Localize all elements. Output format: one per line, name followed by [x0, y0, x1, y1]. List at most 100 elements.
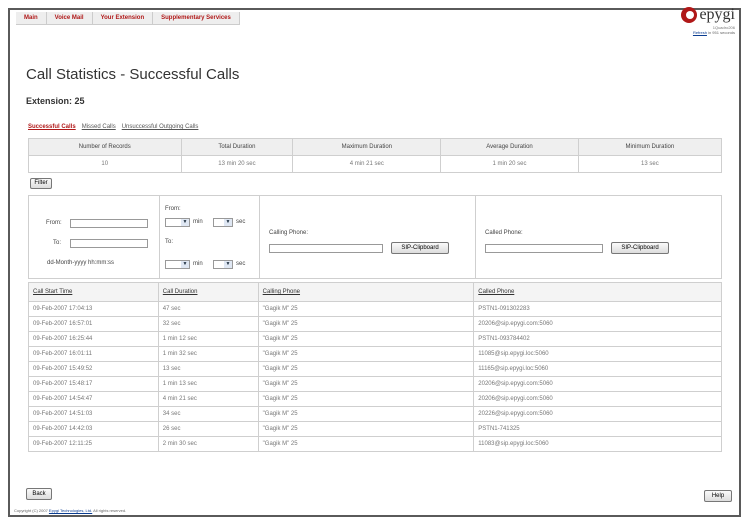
brand-name: epygi: [699, 6, 735, 23]
calls-header-row: Call Start Time Call Duration Calling Ph…: [28, 282, 722, 302]
table-cell: 09-Feb-2007 16:01:11: [28, 346, 159, 362]
copyright-prefix: Copyright (C) 2007: [14, 508, 48, 513]
summary-header: Number of Records: [28, 138, 182, 156]
date-filter-column: From: To: dd-Month-yyyy hh:mm:ss: [29, 196, 160, 278]
table-cell: 09-Feb-2007 17:04:13: [28, 301, 159, 317]
table-cell: 34 sec: [157, 406, 259, 422]
tab-missed-calls[interactable]: Missed Calls: [82, 124, 116, 130]
table-cell: "Gagik M" 25: [257, 301, 475, 317]
table-cell: 32 sec: [157, 316, 259, 332]
table-row: 09-Feb-2007 17:04:13 47 sec "Gagik M" 25 PS…: [28, 301, 722, 317]
brand-logo: epygi: [681, 6, 735, 24]
logo-block: epygi 1Quadro206 Refresh in 951 seconds: [681, 6, 735, 35]
summary-value-row: 10 13 min 20 sec 4 min 21 sec 1 min 20 s…: [28, 155, 723, 173]
called-sip-clipboard-button[interactable]: SIP-Clipboard: [611, 242, 669, 254]
summary-header: Average Duration: [440, 138, 579, 156]
table-row: 09-Feb-2007 14:42:03 26 sec "Gagik M" 25 PS…: [28, 421, 722, 437]
min-label: min: [193, 219, 203, 225]
table-cell: 20206@sip.epygi.com:5060: [473, 376, 722, 392]
chevron-down-icon: ▼: [181, 261, 189, 268]
call-type-tabs: Successful Calls Missed Calls Unsuccessf…: [28, 124, 198, 130]
nav-main[interactable]: Main: [16, 12, 47, 24]
nav-supplementary-services[interactable]: Supplementary Services: [153, 12, 240, 24]
summary-value: 10: [28, 155, 182, 173]
table-cell: "Gagik M" 25: [257, 421, 475, 437]
table-cell: PSTN1-741325: [473, 421, 722, 437]
summary-header: Minimum Duration: [577, 138, 723, 156]
table-row: 09-Feb-2007 15:49:52 13 sec "Gagik M" 25 11…: [28, 361, 722, 377]
date-to-input[interactable]: [70, 239, 148, 248]
filter-panel: From: To: dd-Month-yyyy hh:mm:ss From: ▼…: [28, 195, 722, 279]
date-to-label: To:: [53, 240, 62, 246]
table-cell: 1 min 12 sec: [157, 331, 259, 347]
table-cell: 09-Feb-2007 15:49:52: [28, 361, 159, 377]
table-cell: "Gagik M" 25: [257, 406, 475, 422]
table-cell: 1 min 13 sec: [157, 376, 259, 392]
company-link[interactable]: Epygi Technologies, Ltd.: [49, 508, 92, 513]
copyright-footer: Copyright (C) 2007 Epygi Technologies, L…: [14, 508, 126, 513]
column-header-calling-phone[interactable]: Calling Phone: [257, 282, 475, 302]
column-header-duration[interactable]: Call Duration: [157, 282, 259, 302]
duration-from-label: From:: [165, 206, 181, 212]
calling-sip-clipboard-button[interactable]: SIP-Clipboard: [391, 242, 449, 254]
refresh-countdown: in 951 seconds: [708, 30, 735, 35]
table-cell: 13 sec: [157, 361, 259, 377]
table-cell: 20226@sip.epygi.com:5060: [473, 406, 722, 422]
summary-value: 4 min 21 sec: [292, 155, 442, 173]
table-cell: 09-Feb-2007 14:51:03: [28, 406, 159, 422]
date-from-input[interactable]: [70, 219, 148, 228]
min-label: min: [193, 261, 203, 267]
chevron-down-icon: ▼: [224, 219, 232, 226]
table-cell: "Gagik M" 25: [257, 316, 475, 332]
epygi-logo-icon: [681, 7, 698, 23]
table-row: 09-Feb-2007 16:57:01 32 sec "Gagik M" 25 20…: [28, 316, 722, 332]
table-cell: 2 min 30 sec: [157, 436, 259, 452]
page-title: Call Statistics - Successful Calls: [26, 66, 240, 83]
help-button[interactable]: Help: [704, 490, 732, 502]
calls-table-body: 09-Feb-2007 17:04:13 47 sec "Gagik M" 25 PS…: [28, 301, 722, 452]
duration-from-sec-select[interactable]: ▼: [213, 218, 233, 227]
nav-voice-mail[interactable]: Voice Mail: [47, 12, 93, 24]
back-button[interactable]: Back: [26, 488, 52, 500]
table-row: 09-Feb-2007 12:11:25 2 min 30 sec "Gagik M…: [28, 436, 722, 452]
table-cell: "Gagik M" 25: [257, 331, 475, 347]
duration-to-min-select[interactable]: ▼: [165, 260, 190, 269]
nav-your-extension[interactable]: Your Extension: [93, 12, 154, 24]
calling-filter-column: Calling Phone: SIP-Clipboard: [259, 196, 476, 278]
table-cell: "Gagik M" 25: [257, 436, 475, 452]
duration-filter-column: From: ▼ min ▼ sec To: ▼ min ▼ sec: [159, 196, 260, 278]
extension-label: Extension: 25: [26, 96, 85, 106]
summary-header: Total Duration: [180, 138, 294, 156]
tab-unsuccessful-outgoing-calls[interactable]: Unsuccessful Outgoing Calls: [122, 124, 199, 130]
table-cell: 09-Feb-2007 16:57:01: [28, 316, 159, 332]
table-cell: 09-Feb-2007 15:48:17: [28, 376, 159, 392]
table-row: 09-Feb-2007 14:54:47 4 min 21 sec "Gagik M…: [28, 391, 722, 407]
table-row: 09-Feb-2007 14:51:03 34 sec "Gagik M" 25 20…: [28, 406, 722, 422]
summary-header-row: Number of Records Total Duration Maximum…: [28, 138, 723, 156]
refresh-link[interactable]: Refresh: [693, 30, 707, 35]
table-cell: 11085@sip.epygi.loc:5060: [473, 346, 722, 362]
calling-phone-input[interactable]: [269, 244, 383, 253]
summary-header: Maximum Duration: [292, 138, 442, 156]
column-header-called-phone[interactable]: Called Phone: [473, 282, 722, 302]
called-phone-input[interactable]: [485, 244, 603, 253]
table-cell: "Gagik M" 25: [257, 361, 475, 377]
tab-successful-calls[interactable]: Successful Calls: [28, 124, 76, 130]
table-cell: 09-Feb-2007 16:25:44: [28, 331, 159, 347]
table-row: 09-Feb-2007 15:48:17 1 min 13 sec "Gagik M…: [28, 376, 722, 392]
refresh-info: Refresh in 951 seconds: [681, 30, 735, 35]
column-header-start-time[interactable]: Call Start Time: [28, 282, 159, 302]
table-cell: 11165@sip.epygi.loc:5060: [473, 361, 722, 377]
filter-button[interactable]: Filter: [30, 178, 52, 189]
duration-from-min-select[interactable]: ▼: [165, 218, 190, 227]
table-cell: 09-Feb-2007 14:42:03: [28, 421, 159, 437]
duration-to-sec-select[interactable]: ▼: [213, 260, 233, 269]
sec-label: sec: [236, 219, 246, 225]
duration-to-label: To:: [165, 239, 174, 245]
summary-value: 13 sec: [577, 155, 723, 173]
summary-table: Number of Records Total Duration Maximum…: [28, 138, 723, 173]
table-cell: 20206@sip.epygi.com:5060: [473, 391, 722, 407]
calling-phone-label: Calling Phone:: [269, 230, 309, 236]
table-row: 09-Feb-2007 16:25:44 1 min 12 sec "Gagik M…: [28, 331, 722, 347]
table-cell: "Gagik M" 25: [257, 376, 475, 392]
